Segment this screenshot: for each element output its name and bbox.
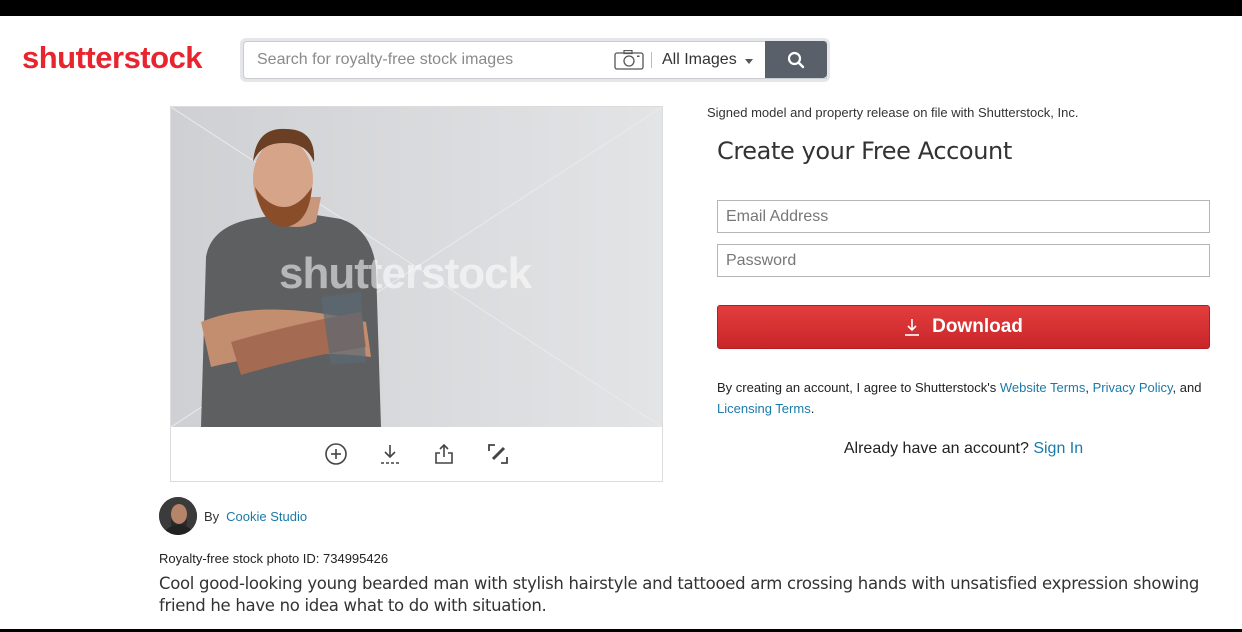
signin-prompt: Already have an account? Sign In [717,440,1210,458]
search-bar: All Images [240,38,830,82]
by-label: By [204,508,220,524]
search-divider [651,52,652,68]
share-icon[interactable] [432,442,456,466]
sign-in-link[interactable]: Sign In [1033,440,1083,457]
search-input[interactable] [244,42,604,78]
licensing-terms-link[interactable]: Licensing Terms [717,401,811,416]
privacy-policy-link[interactable]: Privacy Policy [1093,380,1173,395]
release-note: Signed model and property release on fil… [707,105,1079,120]
image-type-dropdown[interactable]: All Images [662,50,753,70]
search-button[interactable] [765,41,827,78]
stock-photo[interactable]: shutterstock [171,107,662,427]
image-preview-card: shutterstock [170,106,663,482]
edit-icon[interactable] [486,442,510,466]
author-info: By Cookie Studio [159,497,307,535]
chevron-down-icon [744,58,753,64]
photo-id: Royalty-free stock photo ID: 734995426 [159,551,389,566]
signup-title: Create your Free Account [717,137,1012,165]
camera-icon[interactable] [614,49,644,70]
top-black-bar [0,0,1242,16]
shutterstock-logo[interactable]: shutterstock [22,40,203,76]
image-type-label: All Images [662,51,737,68]
terms-text: By creating an account, I agree to Shutt… [717,377,1217,419]
download-icon [905,319,920,336]
download-icon[interactable] [378,442,402,466]
search-icon [787,51,805,68]
plus-circle-icon[interactable] [324,442,348,466]
watermark-text: shutterstock [279,249,532,298]
author-link[interactable]: Cookie Studio [226,509,307,524]
website-terms-link[interactable]: Website Terms [1000,380,1086,395]
terms-end: . [810,401,815,416]
terms-prefix: By creating an account, I agree to Shutt… [717,380,1000,395]
email-field[interactable] [717,200,1210,233]
download-label: Download [932,316,1023,337]
download-button[interactable]: Download [717,305,1210,349]
terms-separator-1: , [1085,380,1093,395]
search-box: All Images [243,41,827,79]
password-field[interactable] [717,244,1210,277]
terms-separator-2: , and [1172,380,1202,395]
image-action-bar [171,427,662,481]
already-have-account-text: Already have an account? [843,440,1034,457]
avatar[interactable] [159,497,197,535]
photo-description: Cool good-looking young bearded man with… [159,574,1200,615]
